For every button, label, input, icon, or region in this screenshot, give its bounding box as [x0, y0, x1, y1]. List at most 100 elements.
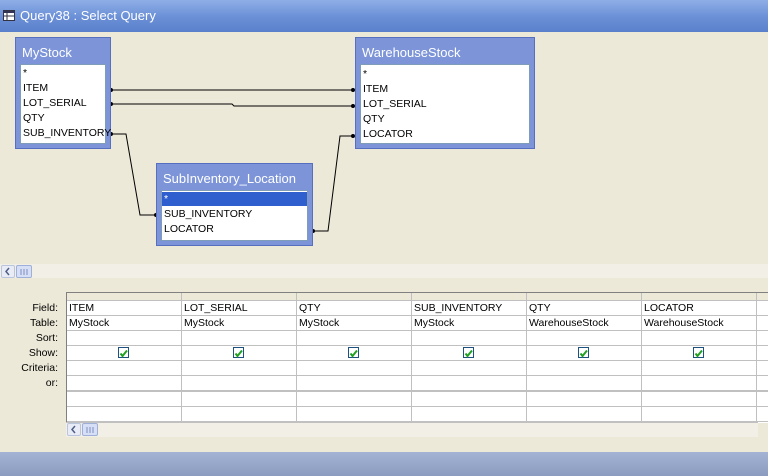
field-warehousestock-qty[interactable]: QTY [363, 112, 385, 126]
grid-column[interactable]: ITEM MyStock [67, 293, 182, 423]
field-mystock-lot-serial[interactable]: LOT_SERIAL [23, 96, 87, 110]
or-cell[interactable] [757, 376, 768, 391]
field-cell[interactable]: LOT_SERIAL [182, 301, 296, 316]
criteria-cell[interactable] [67, 361, 181, 376]
field-mystock-item[interactable]: ITEM [23, 81, 48, 95]
column-selector[interactable] [297, 293, 411, 301]
table-cell[interactable]: MyStock [67, 316, 181, 331]
column-selector[interactable] [642, 293, 756, 301]
grid-horizontal-scrollbar[interactable] [66, 422, 758, 437]
grid-scroll-left-button[interactable] [67, 423, 81, 436]
field-cell[interactable] [757, 301, 768, 316]
table-cell[interactable]: MyStock [297, 316, 411, 331]
field-mystock-sub-inventory[interactable]: SUB_INVENTORY [23, 126, 111, 140]
window-title-bar[interactable]: Query38 : Select Query [0, 0, 768, 32]
field-warehousestock-lot-serial[interactable]: LOT_SERIAL [363, 97, 427, 111]
field-cell[interactable]: QTY [297, 301, 411, 316]
show-checkbox[interactable] [233, 347, 244, 358]
query-design-grid[interactable]: ITEM MyStock LOT_SERIAL MyStock QTY MySt… [66, 292, 768, 423]
query-window-icon [3, 10, 15, 21]
field-mystock-qty[interactable]: QTY [23, 111, 45, 125]
table-cell[interactable]: MyStock [412, 316, 526, 331]
field-list-mystock[interactable]: * ITEM LOT_SERIAL QTY SUB_INVENTORY [20, 64, 111, 144]
row-label-field: Field: [32, 302, 58, 314]
table-title-subinventory-location[interactable]: SubInventory_Location [157, 164, 312, 188]
or-cell[interactable] [412, 376, 526, 391]
join-line-sub-inventory [110, 133, 156, 216]
table-title-warehousestock[interactable]: WarehouseStock [356, 38, 534, 62]
table-cell[interactable]: MyStock [182, 316, 296, 331]
or-cell[interactable] [67, 376, 181, 391]
field-cell[interactable]: LOCATOR [642, 301, 756, 316]
field-subinventory-location-all[interactable]: * [162, 192, 307, 206]
grid-column[interactable]: QTY MyStock [297, 293, 412, 423]
field-warehousestock-locator[interactable]: LOCATOR [363, 127, 413, 141]
checkmark-icon [349, 349, 358, 358]
sort-cell[interactable] [527, 331, 641, 346]
field-warehousestock-all[interactable]: * [363, 67, 367, 81]
diagram-horizontal-scrollbar[interactable] [0, 264, 768, 278]
sort-cell[interactable] [182, 331, 296, 346]
field-cell[interactable]: ITEM [67, 301, 181, 316]
field-list-subinventory-location[interactable]: * SUB_INVENTORY LOCATOR [161, 190, 308, 241]
table-cell[interactable] [757, 316, 768, 331]
show-checkbox[interactable] [348, 347, 359, 358]
grid-column[interactable]: LOCATOR WarehouseStock [642, 293, 757, 423]
criteria-cell[interactable] [412, 361, 526, 376]
criteria-cell[interactable] [297, 361, 411, 376]
checkmark-icon [464, 349, 473, 358]
criteria-cell[interactable] [527, 361, 641, 376]
column-selector[interactable] [67, 293, 181, 301]
criteria-cell[interactable] [757, 361, 768, 376]
sort-cell[interactable] [297, 331, 411, 346]
column-selector[interactable] [757, 293, 768, 301]
table-title-mystock[interactable]: MyStock [16, 38, 110, 62]
sort-cell[interactable] [412, 331, 526, 346]
show-cell [67, 346, 181, 361]
criteria-cell[interactable] [642, 361, 756, 376]
field-mystock-all[interactable]: * [23, 66, 27, 80]
table-warehousestock[interactable]: WarehouseStock * ITEM LOT_SERIAL QTY LOC… [355, 37, 535, 149]
row-label-criteria: Criteria: [21, 362, 58, 374]
field-list-warehousestock[interactable]: * ITEM LOT_SERIAL QTY LOCATOR [360, 64, 530, 144]
grid-column-empty[interactable] [757, 293, 768, 423]
row-label-or: or: [45, 377, 58, 389]
column-selector[interactable] [412, 293, 526, 301]
grid-column[interactable]: LOT_SERIAL MyStock [182, 293, 297, 423]
or-cell[interactable] [182, 376, 296, 391]
or-cell[interactable] [297, 376, 411, 391]
field-cell[interactable]: SUB_INVENTORY [412, 301, 526, 316]
criteria-cell[interactable] [182, 361, 296, 376]
field-subinventory-location-locator[interactable]: LOCATOR [164, 222, 214, 236]
sort-cell[interactable] [757, 331, 768, 346]
show-checkbox[interactable] [118, 347, 129, 358]
field-subinventory-location-sub-inventory[interactable]: SUB_INVENTORY [164, 207, 252, 221]
column-selector[interactable] [527, 293, 641, 301]
design-grid-area[interactable]: Field: Table: Sort: Show: Criteria: or: … [0, 286, 768, 452]
field-warehousestock-item[interactable]: ITEM [363, 82, 388, 96]
or-cell[interactable] [642, 376, 756, 391]
show-checkbox[interactable] [693, 347, 704, 358]
grid-column[interactable]: SUB_INVENTORY MyStock [412, 293, 527, 423]
grid-column[interactable]: QTY WarehouseStock [527, 293, 642, 423]
row-label-show: Show: [28, 347, 58, 359]
show-cell [297, 346, 411, 361]
table-mystock[interactable]: MyStock * ITEM LOT_SERIAL QTY SUB_INVENT… [15, 37, 111, 149]
table-cell[interactable]: WarehouseStock [527, 316, 641, 331]
table-diagram-pane[interactable]: MyStock * ITEM LOT_SERIAL QTY SUB_INVENT… [0, 32, 768, 264]
scroll-thumb[interactable] [16, 265, 32, 278]
or-cell[interactable] [527, 376, 641, 391]
chevron-left-icon [5, 267, 10, 276]
show-cell[interactable] [757, 346, 768, 361]
show-checkbox[interactable] [578, 347, 589, 358]
table-subinventory-location[interactable]: SubInventory_Location * SUB_INVENTORY LO… [156, 163, 313, 246]
table-cell[interactable]: WarehouseStock [642, 316, 756, 331]
show-checkbox[interactable] [463, 347, 474, 358]
sort-cell[interactable] [67, 331, 181, 346]
scroll-left-button[interactable] [1, 265, 15, 278]
column-selector[interactable] [182, 293, 296, 301]
field-cell[interactable]: QTY [527, 301, 641, 316]
grid-scroll-thumb[interactable] [82, 423, 98, 436]
show-cell [642, 346, 756, 361]
sort-cell[interactable] [642, 331, 756, 346]
